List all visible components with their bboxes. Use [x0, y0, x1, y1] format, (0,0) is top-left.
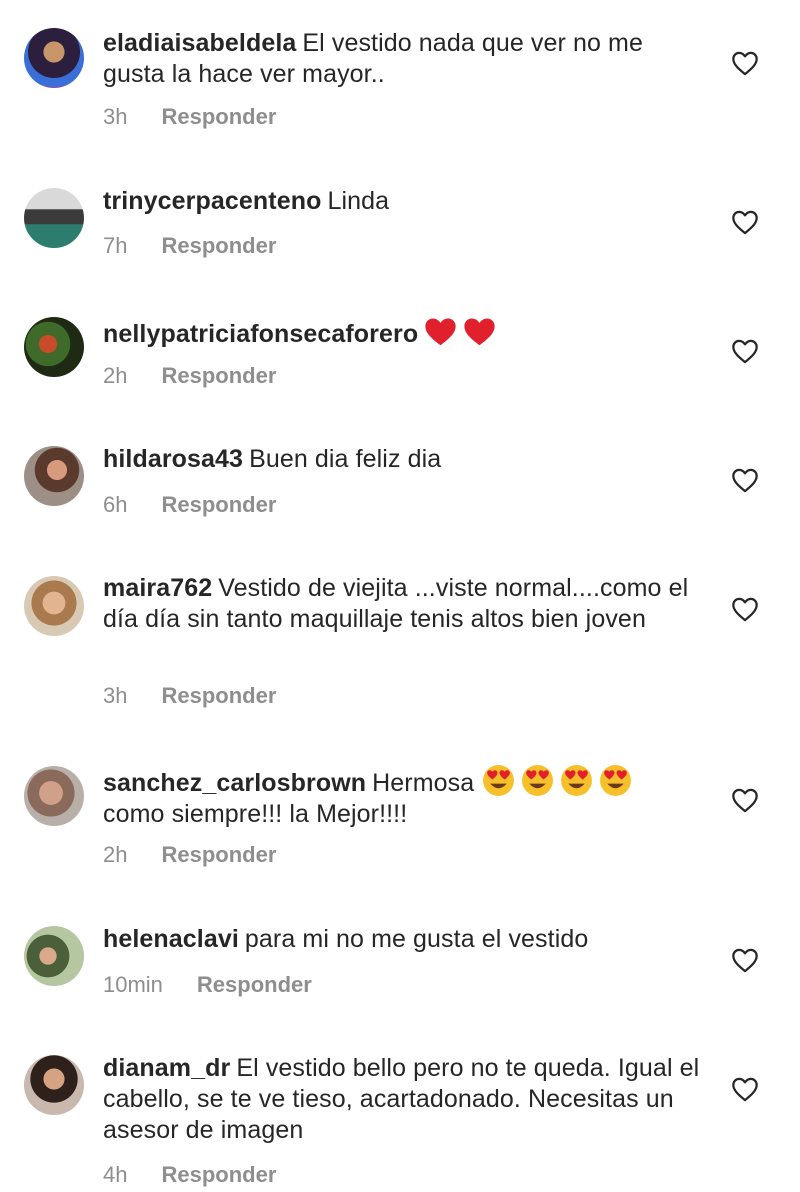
- comment-text-continued: como siempre!!! la Mejor!!!!: [103, 800, 408, 828]
- comment-time: 2h: [103, 363, 128, 388]
- comment-time: 3h: [103, 104, 128, 129]
- reply-button[interactable]: Responder: [161, 492, 276, 517]
- comment-username[interactable]: helenaclavi: [103, 925, 239, 953]
- comment-text: Linda: [327, 187, 390, 215]
- heart-icon[interactable]: [731, 596, 759, 622]
- avatar[interactable]: [24, 576, 84, 636]
- heart-icon[interactable]: [731, 209, 759, 235]
- comment-time: 2h: [103, 842, 128, 867]
- heart-eyes-emoji: [560, 764, 593, 797]
- heart-eyes-emoji: [482, 764, 515, 797]
- comment-username[interactable]: nellypatriciafonsecaforero: [103, 320, 418, 348]
- reply-button[interactable]: Responder: [161, 683, 276, 708]
- reply-button[interactable]: Responder: [161, 842, 276, 867]
- comment-username[interactable]: dianam_dr: [103, 1054, 230, 1082]
- comment-username[interactable]: trinycerpacenteno: [103, 187, 321, 215]
- comment-username[interactable]: sanchez_carlosbrown: [103, 769, 366, 797]
- comment-text: Buen dia feliz dia: [249, 445, 442, 473]
- avatar[interactable]: [24, 766, 84, 826]
- comment-time: 10min: [103, 972, 163, 997]
- comment-text: Hermosa: [372, 769, 475, 797]
- comment-text: para mi no me gusta el vestido: [244, 925, 589, 953]
- heart-eyes-emoji: [521, 764, 554, 797]
- avatar[interactable]: [24, 188, 84, 248]
- comment-username[interactable]: eladiaisabeldela: [103, 29, 296, 57]
- comment-username[interactable]: hildarosa43: [103, 445, 243, 473]
- heart-icon[interactable]: [731, 947, 759, 973]
- red-heart-emoji: [463, 315, 496, 348]
- heart-icon[interactable]: [731, 1076, 759, 1102]
- reply-button[interactable]: Responder: [161, 104, 276, 129]
- comment-time: 3h: [103, 683, 128, 708]
- avatar[interactable]: [24, 1055, 84, 1115]
- heart-icon[interactable]: [731, 50, 759, 76]
- comment-username[interactable]: maira762: [103, 574, 212, 602]
- heart-icon[interactable]: [731, 338, 759, 364]
- comment-time: 4h: [103, 1162, 128, 1187]
- reply-button[interactable]: Responder: [161, 363, 276, 388]
- avatar[interactable]: [24, 446, 84, 506]
- heart-icon[interactable]: [731, 787, 759, 813]
- reply-button[interactable]: Responder: [161, 233, 276, 258]
- comment-time: 6h: [103, 492, 128, 517]
- reply-button[interactable]: Responder: [197, 972, 312, 997]
- reply-button[interactable]: Responder: [161, 1162, 276, 1187]
- red-heart-emoji: [424, 315, 457, 348]
- comment-time: 7h: [103, 233, 128, 258]
- avatar[interactable]: [24, 926, 84, 986]
- heart-icon[interactable]: [731, 467, 759, 493]
- avatar[interactable]: [24, 317, 84, 377]
- avatar[interactable]: [24, 28, 84, 88]
- heart-eyes-emoji: [599, 764, 632, 797]
